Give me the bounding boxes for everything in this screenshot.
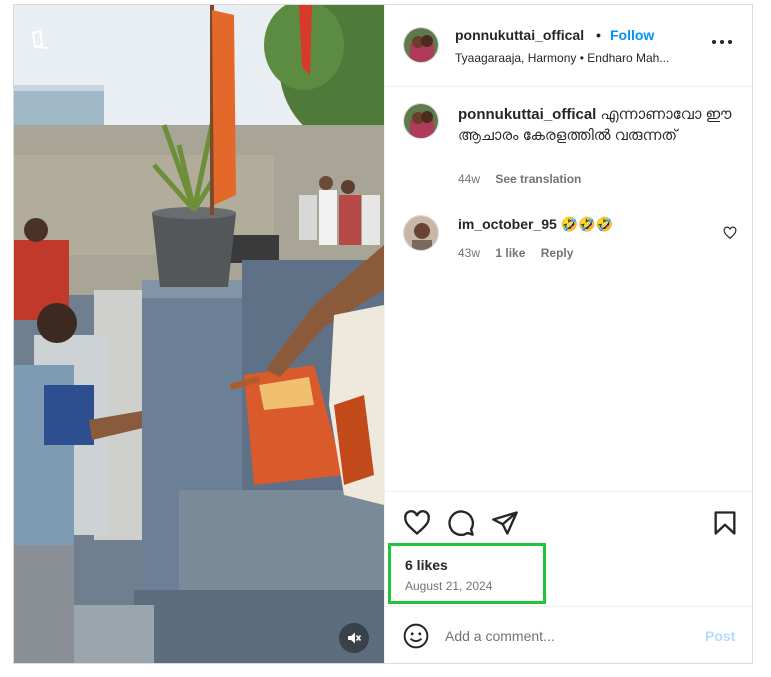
author-avatar[interactable]: [403, 27, 439, 63]
caption-meta: 44w See translation: [458, 172, 581, 186]
post-video[interactable]: [14, 5, 384, 663]
caption-text: ponnukuttai_offical എന്നാണാവോ ഈ ആചാരം കേ…: [458, 104, 733, 146]
comment-icon[interactable]: [447, 509, 475, 537]
caption-author-avatar[interactable]: [403, 103, 439, 139]
comments-list[interactable]: ponnukuttai_offical എന്നാണാവോ ഈ ആചാരം കേ…: [385, 88, 753, 490]
comment-like-heart-icon[interactable]: [723, 226, 737, 240]
likes-highlight-box: 6 likes August 21, 2024: [388, 543, 546, 604]
header-separator: •: [596, 27, 601, 43]
post-date: August 21, 2024: [405, 579, 493, 593]
video-frame: [14, 5, 384, 663]
add-comment-bar: Post: [385, 606, 753, 663]
caption-username[interactable]: ponnukuttai_offical: [458, 106, 596, 123]
see-translation-link[interactable]: See translation: [495, 172, 581, 186]
likes-count[interactable]: 6 likes: [405, 557, 448, 573]
follow-button[interactable]: Follow: [610, 27, 654, 43]
muted-speaker-icon: [348, 632, 362, 644]
emoji-icon[interactable]: [403, 623, 429, 649]
post-side-panel: ponnukuttai_offical • Follow Tyaagaraaja…: [384, 5, 753, 663]
commenter-avatar[interactable]: [403, 215, 439, 251]
comment-input[interactable]: [445, 625, 685, 647]
caption-age: 44w: [458, 172, 481, 186]
post-header: ponnukuttai_offical • Follow Tyaagaraaja…: [385, 5, 753, 87]
comment-age: 43w: [458, 246, 481, 260]
comment-meta: 43w 1 like Reply: [458, 246, 585, 260]
comment-likes-link[interactable]: 1 like: [495, 246, 525, 260]
comment-body: 🤣🤣🤣: [560, 216, 614, 232]
comment-text: im_october_95 🤣🤣🤣: [458, 216, 613, 233]
heart-icon[interactable]: [403, 509, 431, 537]
comment-username[interactable]: im_october_95: [458, 216, 557, 232]
post-comment-button[interactable]: Post: [705, 628, 735, 644]
reel-source-icon: [31, 29, 49, 49]
mute-toggle-button[interactable]: [339, 623, 369, 653]
post-actions-bar: [385, 491, 753, 549]
instagram-post: ponnukuttai_offical • Follow Tyaagaraaja…: [13, 4, 753, 664]
post-location[interactable]: Tyaagaraaja, Harmony • Endharo Mah...: [455, 51, 690, 65]
bookmark-icon[interactable]: [711, 509, 739, 537]
reply-button[interactable]: Reply: [541, 246, 574, 260]
author-username[interactable]: ponnukuttai_offical: [455, 27, 584, 43]
share-icon[interactable]: [491, 509, 519, 537]
more-horizontal-icon[interactable]: [710, 35, 734, 49]
